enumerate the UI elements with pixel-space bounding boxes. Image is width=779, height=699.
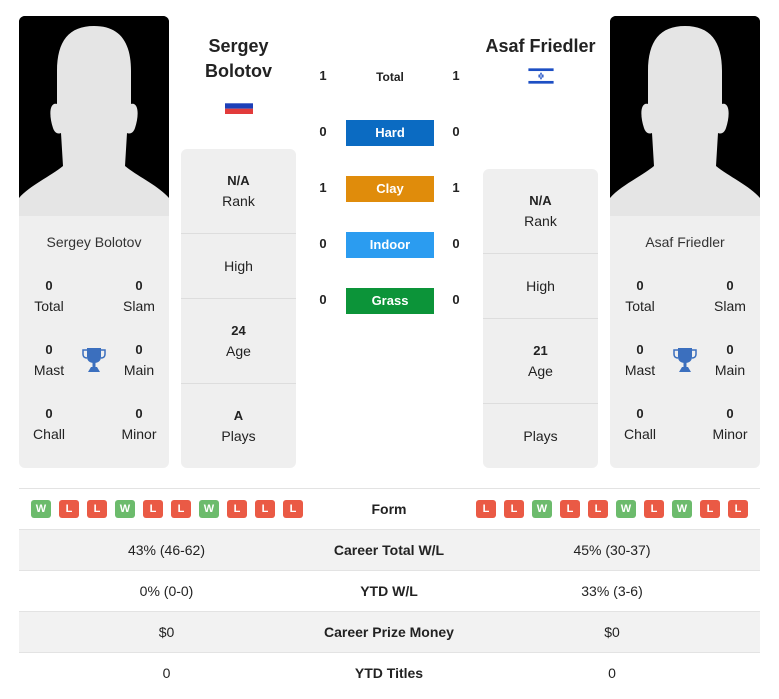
h2h-clay-p1: 1 — [319, 180, 327, 195]
form-badge-loss[interactable]: L — [87, 500, 107, 518]
form-badge-win[interactable]: W — [616, 500, 636, 518]
stat-label: Career Total W/L — [333, 542, 445, 558]
player1-high: High — [181, 234, 296, 299]
player1-minor-titles: 0 Minor — [121, 406, 157, 442]
trophy-icon — [673, 348, 697, 372]
player1-card: Sergey Bolotov 0 Total 0 Slam 0 Mast 0 Main … — [19, 216, 169, 468]
form-badge-loss[interactable]: L — [255, 500, 275, 518]
form-label: Form — [371, 501, 407, 517]
player2-age: 21 Age — [483, 319, 598, 404]
player1-form: WLLWLLWLLL — [31, 500, 303, 518]
form-badge-loss[interactable]: L — [143, 500, 163, 518]
player2-rank: N/A Rank — [483, 169, 598, 254]
stat-p1-value: $0 — [158, 624, 175, 640]
h2h-grass-p2: 0 — [452, 292, 460, 307]
player2-slam-titles: 0 Slam — [714, 278, 746, 314]
form-badge-loss[interactable]: L — [560, 500, 580, 518]
form-badge-win[interactable]: W — [115, 500, 135, 518]
h2h-clay-p2: 1 — [452, 180, 460, 195]
player1-rank: N/A Rank — [181, 149, 296, 234]
player1-main-titles: 0 Main — [123, 342, 155, 378]
silhouette-icon — [610, 16, 760, 216]
stat-p2-value: 0 — [608, 665, 616, 681]
stat-row: 43% (46-62) Career Total W/L 45% (30-37) — [19, 529, 760, 570]
form-badge-loss[interactable]: L — [283, 500, 303, 518]
stat-label: Career Prize Money — [324, 624, 454, 640]
player1-total-titles: 0 Total — [34, 278, 64, 314]
stat-p1-value: 43% (46-62) — [127, 542, 206, 558]
h2h-hard-p2: 0 — [452, 124, 460, 139]
player1-mast-titles: 0 Mast — [33, 342, 65, 378]
player2-high: High — [483, 254, 598, 319]
form-badge-loss[interactable]: L — [59, 500, 79, 518]
stat-p2-value: $0 — [604, 624, 620, 640]
surface-hard-button[interactable]: Hard — [346, 120, 434, 146]
silhouette-icon — [19, 16, 169, 216]
form-badge-win[interactable]: W — [672, 500, 692, 518]
form-badge-loss[interactable]: L — [588, 500, 608, 518]
form-badge-loss[interactable]: L — [728, 500, 748, 518]
h2h-total-p1: 1 — [319, 68, 327, 83]
form-badge-win[interactable]: W — [532, 500, 552, 518]
form-badge-win[interactable]: W — [31, 500, 51, 518]
player2-total-titles: 0 Total — [625, 278, 655, 314]
player1-name-heading[interactable]: Sergey Bolotov — [181, 34, 296, 84]
stat-row: 0% (0-0) YTD W/L 33% (3-6) — [19, 570, 760, 611]
player1-info-panel: N/A Rank High 24 Age A Plays — [181, 149, 296, 468]
player2-photo — [610, 16, 760, 216]
player2-card: Asaf Friedler 0 Total 0 Slam 0 Mast 0 Main 0… — [610, 216, 760, 468]
player1-slam-titles: 0 Slam — [123, 278, 155, 314]
trophy-icon — [82, 348, 106, 372]
russia-flag-icon — [225, 98, 253, 114]
form-row: WLLWLLWLLL Form LLWLLWLWLL — [19, 488, 760, 529]
form-badge-loss[interactable]: L — [476, 500, 496, 518]
h2h-indoor-p1: 0 — [319, 236, 327, 251]
stat-p1-value: 0 — [162, 665, 171, 681]
israel-flag-icon — [528, 67, 554, 85]
stat-p2-value: 33% (3-6) — [581, 583, 643, 599]
surface-indoor-button[interactable]: Indoor — [346, 232, 434, 258]
player1-age: 24 Age — [181, 299, 296, 384]
h2h-indoor-p2: 0 — [452, 236, 460, 251]
h2h-grass-p1: 0 — [319, 292, 327, 307]
player1-photo — [19, 16, 169, 216]
form-badge-loss[interactable]: L — [644, 500, 664, 518]
player2-info-panel: N/A Rank High 21 Age Plays — [483, 169, 598, 468]
form-badge-loss[interactable]: L — [171, 500, 191, 518]
stat-row: $0 Career Prize Money $0 — [19, 611, 760, 652]
form-badge-loss[interactable]: L — [504, 500, 524, 518]
h2h-total-label: Total — [376, 70, 404, 84]
stat-row: 0 YTD Titles 0 — [19, 652, 760, 693]
form-badge-win[interactable]: W — [199, 500, 219, 518]
player1-chall-titles: 0 Chall — [33, 406, 65, 442]
stat-label: YTD Titles — [354, 665, 424, 681]
surface-clay-button[interactable]: Clay — [346, 176, 434, 202]
player2-card-name: Asaf Friedler — [645, 234, 725, 250]
player2-main-titles: 0 Main — [714, 342, 746, 378]
stat-label: YTD W/L — [360, 583, 418, 599]
player1-card-name: Sergey Bolotov — [46, 234, 142, 250]
form-badge-loss[interactable]: L — [700, 500, 720, 518]
stat-p2-value: 45% (30-37) — [573, 542, 651, 558]
surface-grass-button[interactable]: Grass — [346, 288, 434, 314]
player2-mast-titles: 0 Mast — [624, 342, 656, 378]
player2-chall-titles: 0 Chall — [624, 406, 656, 442]
player2-minor-titles: 0 Minor — [712, 406, 748, 442]
player1-plays: A Plays — [221, 408, 256, 444]
player2-form: LLWLLWLWLL — [476, 500, 748, 518]
stat-p1-value: 0% (0-0) — [139, 583, 194, 599]
player2-plays: Plays — [523, 428, 558, 444]
h2h-total-p2: 1 — [452, 68, 460, 83]
stats-table: WLLWLLWLLL Form LLWLLWLWLL 43% (46-62) C… — [19, 488, 760, 693]
form-badge-loss[interactable]: L — [227, 500, 247, 518]
player2-name-heading[interactable]: Asaf Friedler — [483, 34, 598, 59]
h2h-hard-p1: 0 — [319, 124, 327, 139]
